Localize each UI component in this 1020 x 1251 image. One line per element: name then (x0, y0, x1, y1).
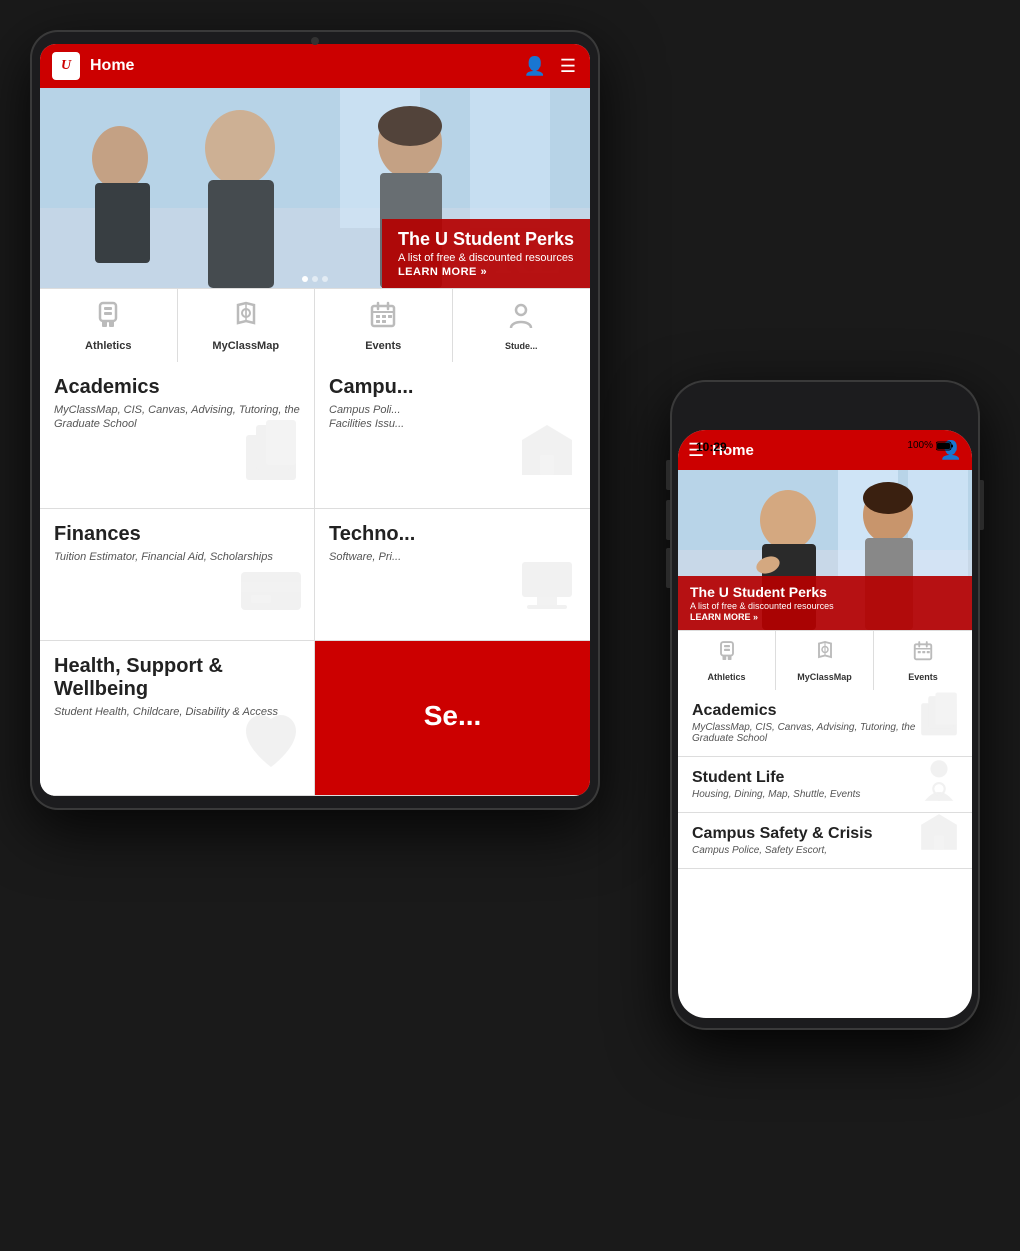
athletics-quick-icon (92, 299, 124, 336)
phone-menu-campus[interactable]: Campus Safety & Crisis Campus Police, Sa… (678, 813, 972, 869)
phone-quick-link-events[interactable]: Events (874, 631, 972, 690)
phone-notch (780, 396, 870, 418)
phone-hero: The U Student Perks A list of free & dis… (678, 470, 972, 630)
phone-athletics-icon (715, 639, 739, 669)
menu-item-health[interactable]: Health, Support & Wellbeing Student Heal… (40, 641, 315, 796)
hero-dot-1 (302, 276, 308, 282)
studentlife-quick-icon (505, 300, 537, 337)
tablet-camera (311, 37, 319, 45)
university-logo: U (52, 52, 80, 80)
phone-myclassmap-icon (813, 639, 837, 669)
quick-link-events-label: Events (365, 340, 401, 352)
technology-title: Techno... (329, 523, 576, 546)
hero-dots (302, 276, 328, 282)
quick-link-myclassmap[interactable]: MyClassMap (178, 289, 316, 362)
quick-link-studentlife-label: Stude... (505, 341, 538, 351)
phone-status-bar: 10:29 100% (678, 430, 972, 480)
phone-battery: 100% (907, 440, 954, 451)
phone-campus-title: Campus Safety & Crisis (692, 825, 958, 843)
nav-icons: 👤 ☰ (521, 54, 578, 79)
tablet-menu-grid: Academics MyClassMap, CIS, Canvas, Advis… (40, 362, 590, 796)
phone-events-icon (911, 639, 935, 669)
phone-quick-links: Athletics MyClassMap (678, 630, 972, 690)
academics-title: Academics (54, 376, 300, 399)
nav-title: Home (90, 57, 521, 75)
red-item-title: Se... (424, 700, 482, 732)
finances-sub: Tuition Estimator, Financial Aid, Schola… (54, 550, 300, 564)
menu-item-finances[interactable]: Finances Tuition Estimator, Financial Ai… (40, 509, 315, 641)
menu-item-campus[interactable]: Campu... Campus Poli...Facilities Issu..… (315, 362, 590, 509)
phone-hero-banner-sub: A list of free & discounted resources (690, 601, 960, 611)
campus-sub: Campus Poli...Facilities Issu... (329, 403, 576, 432)
phone-events-label: Events (908, 672, 938, 682)
phone-academics-sub: MyClassMap, CIS, Canvas, Advising, Tutor… (692, 722, 958, 744)
phone-quick-link-athletics[interactable]: Athletics (678, 631, 776, 690)
phone-time: 10:29 (696, 440, 727, 454)
quick-link-athletics[interactable]: Athletics (40, 289, 178, 362)
menu-icon[interactable]: ☰ (558, 54, 578, 79)
phone-menu-studentlife[interactable]: Student Life Housing, Dining, Map, Shutt… (678, 757, 972, 813)
hero-dot-3 (322, 276, 328, 282)
phone-hero-banner-title: The U Student Perks (690, 584, 960, 600)
menu-item-academics[interactable]: Academics MyClassMap, CIS, Canvas, Advis… (40, 362, 315, 509)
phone-myclassmap-label: MyClassMap (797, 672, 852, 682)
tablet-device: U Home 👤 ☰ (30, 30, 600, 810)
phone-studentlife-title: Student Life (692, 769, 958, 787)
hero-banner-title: The U Student Perks (398, 229, 574, 250)
campus-title: Campu... (329, 376, 576, 399)
phone-vol-down-button (666, 548, 670, 588)
hero-banner[interactable]: The U Student Perks A list of free & dis… (382, 219, 590, 288)
phone-campus-sub: Campus Police, Safety Escort, (692, 845, 958, 856)
phone-hero-banner-link[interactable]: LEARN MORE » (690, 612, 960, 622)
phone-menu-academics[interactable]: Academics MyClassMap, CIS, Canvas, Advis… (678, 690, 972, 757)
health-sub: Student Health, Childcare, Disability & … (54, 705, 300, 719)
finances-title: Finances (54, 523, 300, 546)
events-quick-icon (367, 299, 399, 336)
academics-sub: MyClassMap, CIS, Canvas, Advising, Tutor… (54, 403, 300, 432)
technology-sub: Software, Pri... (329, 550, 576, 564)
hero-banner-sub: A list of free & discounted resources (398, 252, 574, 264)
tablet-screen: U Home 👤 ☰ (40, 44, 590, 796)
myclassmap-quick-icon (230, 299, 262, 336)
phone-studentlife-sub: Housing, Dining, Map, Shuttle, Events (692, 789, 958, 800)
phone-academics-title: Academics (692, 702, 958, 720)
phone-device: 10:29 100% ☰ Home 👤 (670, 380, 980, 1030)
menu-item-red[interactable]: Se... (315, 641, 590, 796)
tablet-quick-links: Athletics MyClassMap (40, 288, 590, 362)
phone-athletics-label: Athletics (707, 672, 745, 682)
tablet-hero: URL The U Student Perks A list of free &… (40, 88, 590, 288)
quick-link-studentlife[interactable]: Stude... (453, 289, 591, 362)
user-icon[interactable]: 👤 (521, 54, 547, 79)
phone-menu-list: Academics MyClassMap, CIS, Canvas, Advis… (678, 690, 972, 1018)
hero-dot-2 (312, 276, 318, 282)
quick-link-athletics-label: Athletics (85, 340, 131, 352)
phone-screen: 10:29 100% ☰ Home 👤 (678, 430, 972, 1018)
phone-hero-banner[interactable]: The U Student Perks A list of free & dis… (678, 576, 972, 630)
health-title: Health, Support & Wellbeing (54, 655, 300, 701)
quick-link-myclassmap-label: MyClassMap (212, 340, 279, 352)
phone-mute-button (666, 460, 670, 490)
quick-link-events[interactable]: Events (315, 289, 453, 362)
phone-power-button (980, 480, 984, 530)
menu-item-technology[interactable]: Techno... Software, Pri... (315, 509, 590, 641)
phone-vol-up-button (666, 500, 670, 540)
phone-quick-link-myclassmap[interactable]: MyClassMap (776, 631, 874, 690)
hero-banner-link[interactable]: LEARN MORE » (398, 266, 574, 278)
tablet-nav-bar: U Home 👤 ☰ (40, 44, 590, 88)
